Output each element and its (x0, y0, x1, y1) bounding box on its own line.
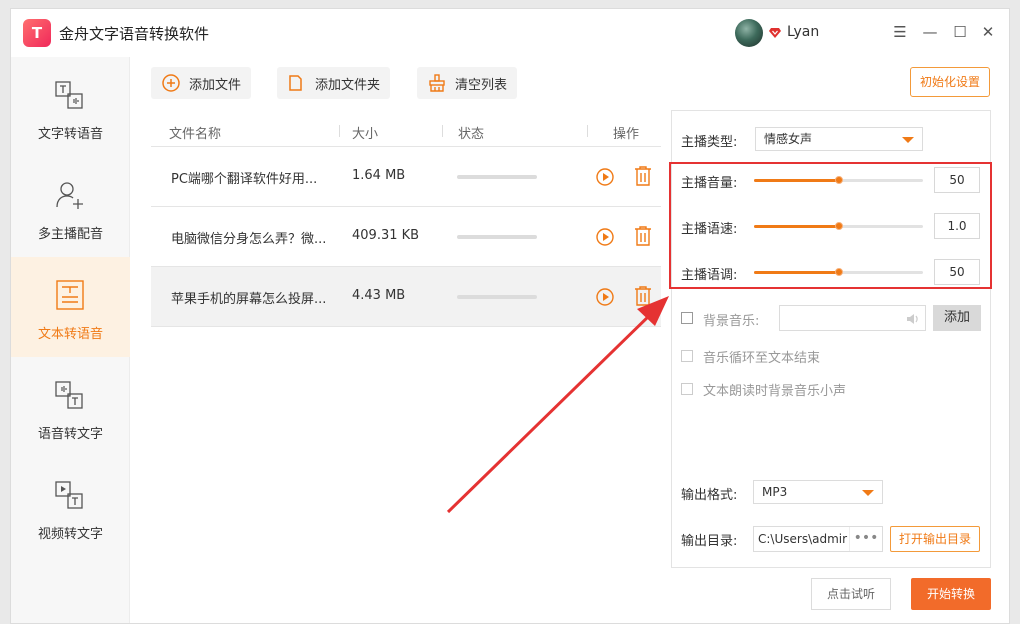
clear-list-label: 清空列表 (455, 77, 508, 93)
bgm-checkbox[interactable] (681, 312, 693, 324)
sidebar-item-speech-to-text[interactable]: 语音转文字 (11, 357, 130, 457)
output-format-select[interactable]: MP3 (753, 480, 883, 504)
app-logo-icon: T (23, 19, 51, 47)
loop-label: 音乐循环至文本结束 (703, 351, 821, 366)
app-window: T 金舟文字语音转换软件 Lyan ☰ — ☐ ✕ 文字转语音 多主播配音 文本… (10, 8, 1010, 624)
sidebar-item-document-to-speech[interactable]: 文本转语音 (11, 257, 130, 357)
play-icon[interactable] (595, 167, 615, 187)
minimize-button[interactable]: — (921, 23, 939, 41)
loop-checkbox[interactable] (681, 350, 693, 362)
table-row[interactable]: 电脑微信分身怎么弄？微... 409.31 KB (151, 207, 661, 267)
speaker-icon (907, 314, 918, 324)
chevron-down-icon (862, 490, 874, 496)
status-progress-bar (457, 295, 537, 299)
trash-icon[interactable] (633, 225, 653, 247)
column-divider (587, 125, 588, 137)
sidebar: 文字转语音 多主播配音 文本转语音 语音转文字 视频转文字 (11, 57, 130, 623)
sidebar-item-label: 多主播配音 (37, 227, 103, 242)
annotation-highlight-box (669, 162, 992, 289)
play-icon[interactable] (595, 227, 615, 247)
play-icon[interactable] (595, 287, 615, 307)
file-table-header: 文件名称 大小 状态 操作 (151, 113, 661, 147)
add-file-label: 添加文件 (189, 77, 242, 93)
duck-label: 文本朗读时背景音乐小声 (703, 384, 847, 399)
browse-button[interactable]: ••• (849, 527, 882, 551)
column-header-status: 状态 (458, 127, 485, 142)
table-row[interactable]: 苹果手机的屏幕怎么投屏... 4.43 MB (151, 267, 661, 327)
sidebar-item-label: 文字转语音 (37, 127, 103, 142)
broom-icon (429, 74, 445, 92)
add-file-button[interactable]: 添加文件 (151, 67, 252, 99)
bgm-file-input[interactable] (779, 305, 926, 331)
bgm-add-button[interactable]: 添加 (933, 305, 981, 331)
add-folder-label: 添加文件夹 (315, 77, 381, 93)
sidebar-item-text-to-speech[interactable]: 文字转语音 (11, 57, 130, 157)
column-divider (442, 125, 443, 137)
trash-icon[interactable] (633, 165, 653, 187)
sidebar-item-multi-speaker[interactable]: 多主播配音 (11, 157, 130, 257)
username[interactable]: Lyan (787, 24, 819, 40)
column-divider (339, 125, 340, 137)
status-progress-bar (457, 175, 537, 179)
output-format-label: 输出格式: (681, 488, 738, 503)
text-to-speech-icon (55, 81, 83, 109)
output-dir-label: 输出目录: (681, 534, 738, 549)
avatar[interactable] (735, 19, 763, 47)
column-header-actions: 操作 (613, 127, 640, 142)
maximize-button[interactable]: ☐ (951, 23, 969, 41)
add-circle-icon (162, 74, 180, 92)
file-name: 电脑微信分身怎么弄？微... (171, 232, 327, 247)
file-size: 1.64 MB (352, 168, 406, 183)
column-header-size: 大小 (352, 127, 379, 142)
anchor-type-select[interactable]: 情感女声 (755, 127, 923, 151)
start-convert-button[interactable]: 开始转换 (911, 578, 991, 610)
anchor-type-label: 主播类型: (681, 135, 738, 150)
sidebar-item-label: 视频转文字 (37, 527, 103, 542)
close-button[interactable]: ✕ (979, 23, 997, 41)
folder-icon (289, 75, 302, 91)
duck-checkbox[interactable] (681, 383, 693, 395)
vip-diamond-icon (768, 26, 782, 40)
open-output-dir-button[interactable]: 打开输出目录 (890, 526, 980, 552)
add-folder-button[interactable]: 添加文件夹 (277, 67, 391, 99)
sidebar-item-label: 语音转文字 (37, 427, 103, 442)
menu-icon[interactable]: ☰ (891, 23, 909, 41)
reset-settings-button[interactable]: 初始化设置 (910, 67, 990, 97)
output-format-value: MP3 (762, 485, 788, 499)
trash-icon[interactable] (633, 285, 653, 307)
sidebar-item-label: 文本转语音 (37, 327, 103, 342)
file-name: PC端哪个翻译软件好用... (171, 172, 318, 187)
title-bar: T 金舟文字语音转换软件 Lyan ☰ — ☐ ✕ (11, 9, 1009, 57)
video-to-text-icon (55, 481, 83, 509)
document-to-speech-icon (56, 280, 84, 310)
app-title: 金舟文字语音转换软件 (59, 25, 210, 43)
file-size: 4.43 MB (352, 288, 406, 303)
table-row[interactable]: PC端哪个翻译软件好用... 1.64 MB (151, 147, 661, 207)
file-size: 409.31 KB (352, 228, 420, 243)
multi-speaker-icon (56, 182, 83, 209)
clear-list-button[interactable]: 清空列表 (417, 67, 518, 99)
anchor-type-value: 情感女声 (764, 132, 813, 146)
bgm-label: 背景音乐: (703, 314, 760, 329)
column-header-name: 文件名称 (169, 127, 222, 142)
speech-to-text-icon (55, 381, 83, 409)
preview-button[interactable]: 点击试听 (811, 578, 891, 610)
sidebar-item-video-to-text[interactable]: 视频转文字 (11, 457, 130, 557)
chevron-down-icon (902, 137, 914, 143)
file-name: 苹果手机的屏幕怎么投屏... (171, 292, 327, 307)
status-progress-bar (457, 235, 537, 239)
